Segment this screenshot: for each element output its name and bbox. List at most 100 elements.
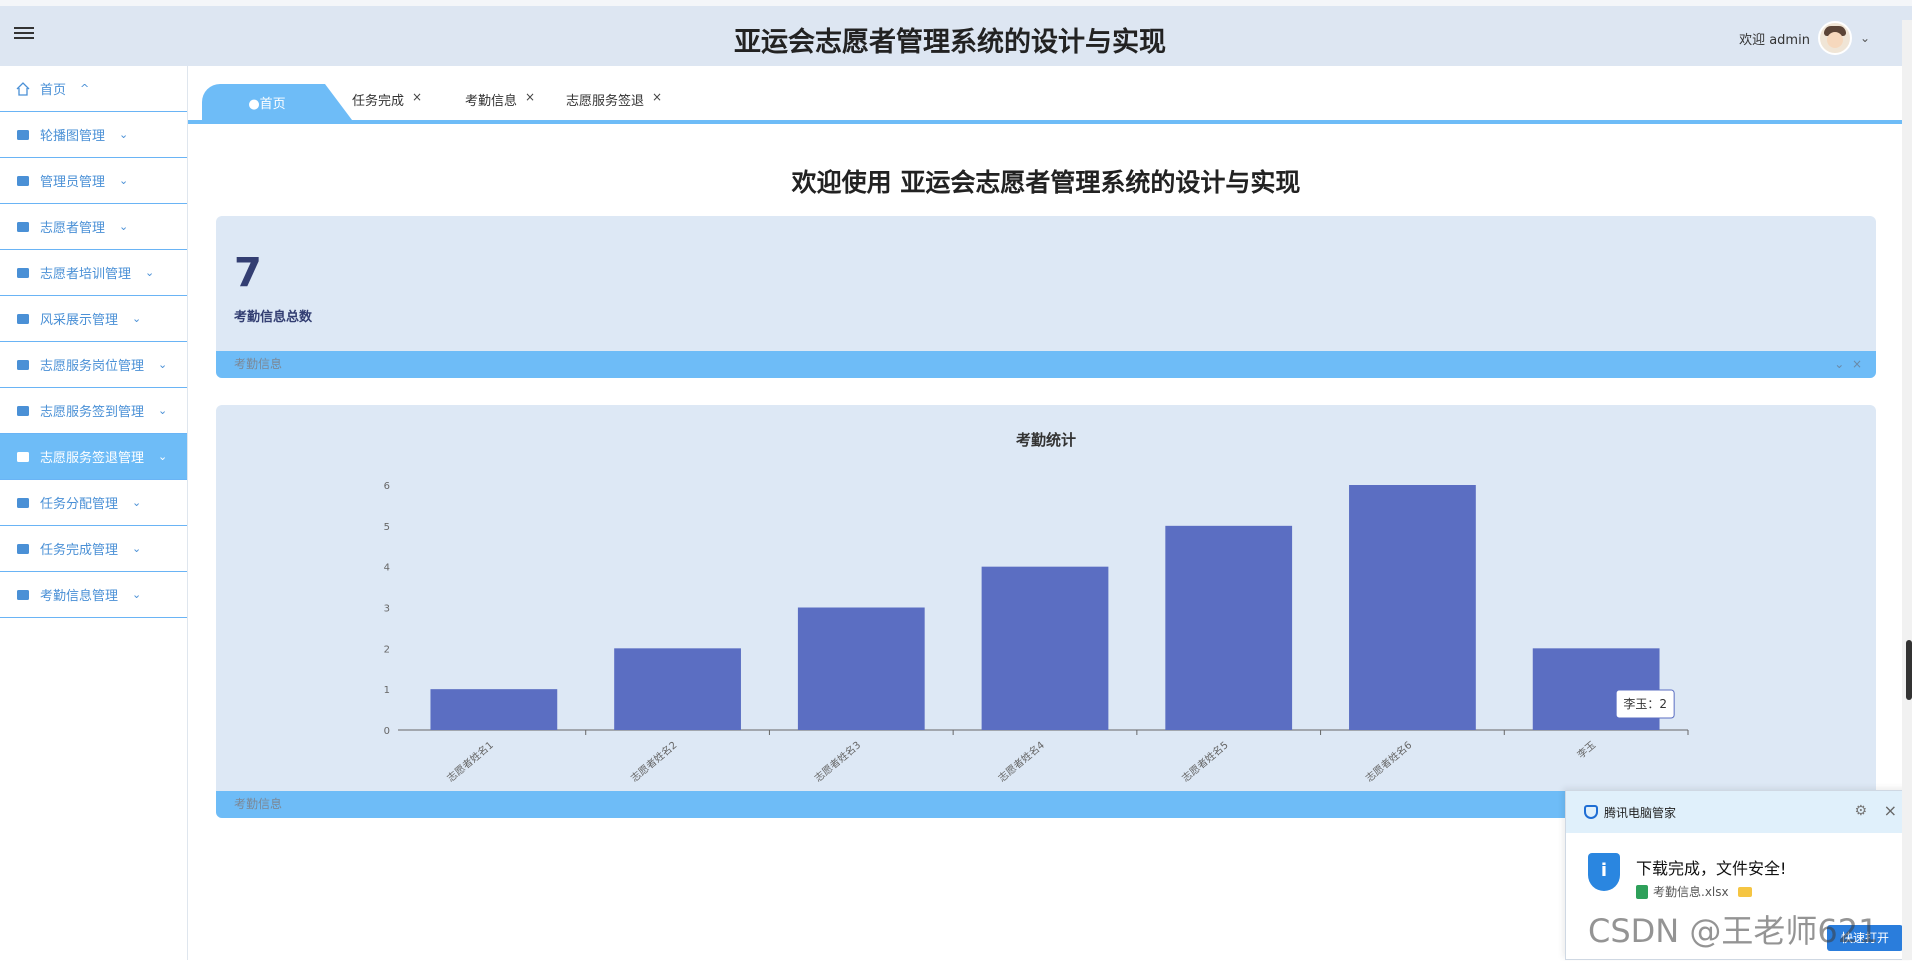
x-tick-label: 李玉 <box>1574 738 1598 761</box>
shield-icon <box>1584 805 1598 819</box>
tab-label: 志愿服务签退 <box>566 94 645 109</box>
sidebar-item-label: 志愿者培训管理 <box>40 267 132 282</box>
top-header: 亚运会志愿者管理系统的设计与实现 欢迎 admin ⌄ <box>0 6 1912 66</box>
toast-header: 腾讯电脑管家 ⚙ × <box>1566 791 1911 833</box>
sidebar-item-label: 考勤信息管理 <box>40 589 119 604</box>
welcome-text: 欢迎 admin <box>1739 32 1810 48</box>
app-title: 亚运会志愿者管理系统的设计与实现 <box>734 27 1166 58</box>
stat-value: 7 <box>234 250 262 296</box>
gear-icon[interactable]: ⚙ <box>1854 803 1867 819</box>
training-icon <box>16 266 30 280</box>
sidebar-item-10[interactable]: 任务完成管理 ⌄ <box>0 526 187 572</box>
x-tick-label: 志愿者姓名3 <box>812 738 864 784</box>
file-name: 考勤信息.xlsx <box>1653 885 1729 899</box>
chart-bar <box>1349 485 1476 730</box>
sidebar-item-label: 志愿者管理 <box>40 221 106 236</box>
tab-underline <box>188 120 1902 124</box>
sidebar-item-11[interactable]: 考勤信息管理 ⌄ <box>0 572 187 618</box>
task-done-icon <box>16 542 30 556</box>
chart-bar <box>430 689 558 730</box>
tab-label: 任务完成 <box>352 94 405 109</box>
close-icon[interactable]: × <box>1852 357 1862 371</box>
tab-attendance[interactable]: 考勤信息 × <box>465 90 535 109</box>
post-icon <box>16 358 30 372</box>
watermark: CSDN @王老师621 <box>1588 912 1879 950</box>
x-tick-label: 志愿者姓名6 <box>1363 738 1415 784</box>
chevron-icon: ⌄ <box>119 174 129 187</box>
chevron-icon: ⌄ <box>158 404 168 417</box>
sidebar-item-label: 轮播图管理 <box>40 129 106 144</box>
x-tick-label: 志愿者姓名4 <box>995 738 1047 784</box>
folder-icon[interactable] <box>1737 886 1752 897</box>
sidebar-item-label: 任务完成管理 <box>40 543 119 558</box>
toast-app-name: 腾讯电脑管家 <box>1604 805 1677 820</box>
chart-bar <box>1165 525 1293 730</box>
chevron-icon: ⌄ <box>119 128 129 141</box>
chart-bar <box>797 607 925 730</box>
chevron-down-icon[interactable]: ⌄ <box>1834 357 1844 371</box>
sidebar-item-5[interactable]: 风采展示管理 ⌄ <box>0 296 187 342</box>
chevron-icon: ^ <box>80 82 90 95</box>
x-tick-label: 志愿者姓名5 <box>1179 738 1231 784</box>
chart-title: 考勤统计 <box>1016 431 1076 449</box>
user-menu[interactable]: 欢迎 admin ⌄ <box>1739 20 1870 56</box>
tab-task-complete[interactable]: 任务完成 × <box>352 90 422 109</box>
x-tick-label: 志愿者姓名2 <box>628 738 680 784</box>
x-tick-label: 志愿者姓名1 <box>444 738 496 784</box>
chevron-icon: ⌄ <box>145 266 155 279</box>
sidebar: 首页 ^ 轮播图管理 ⌄ 管理员管理 ⌄ 志愿者管理 ⌄ 志愿者培训管理 ⌄ 风采展示管理 ⌄ 志愿服务… <box>0 66 188 960</box>
sidebar-item-7[interactable]: 志愿服务签到管理 ⌄ <box>0 388 187 434</box>
sidebar-item-8[interactable]: 志愿服务签退管理 ⌄ <box>0 434 187 480</box>
sidebar-item-0[interactable]: 首页 ^ <box>0 66 187 112</box>
checkout-icon <box>16 450 30 464</box>
chart-bar <box>614 648 741 730</box>
sidebar-item-label: 任务分配管理 <box>40 497 119 512</box>
toast-title: 下载完成，文件安全! <box>1636 859 1787 878</box>
tab-bar: ●首页 任务完成 × 考勤信息 × 志愿服务签退 × <box>190 80 1902 122</box>
carousel-icon <box>16 128 30 142</box>
sidebar-item-9[interactable]: 任务分配管理 ⌄ <box>0 480 187 526</box>
tab-home[interactable]: ●首页 <box>202 84 352 120</box>
bar-chart: 考勤统计 0 1 2 3 4 5 6 志愿者姓名1 志愿者姓名2 志愿者姓名3 志愿者姓名4 志愿者姓名… <box>384 431 1689 785</box>
sidebar-item-6[interactable]: 志愿服务岗位管理 ⌄ <box>0 342 187 388</box>
task-assign-icon <box>16 496 30 510</box>
y-tick-label: 4 <box>384 563 390 574</box>
stat-label: 考勤信息总数 <box>234 310 313 325</box>
chart-tooltip: 李玉：2 <box>1615 689 1675 719</box>
chevron-icon: ⌄ <box>119 220 129 233</box>
close-icon[interactable]: × <box>525 90 535 104</box>
sidebar-item-label: 志愿服务岗位管理 <box>40 359 145 374</box>
sidebar-item-label: 风采展示管理 <box>40 313 119 328</box>
sidebar-item-3[interactable]: 志愿者管理 ⌄ <box>0 204 187 250</box>
excel-file-icon <box>1636 884 1648 899</box>
scrollbar-thumb[interactable] <box>1906 640 1912 700</box>
y-tick-label: 1 <box>384 685 390 696</box>
toast-file[interactable]: 考勤信息.xlsx <box>1636 883 1752 900</box>
chart-card: 考勤统计 0 1 2 3 4 5 6 志愿者姓名1 志愿者姓名2 志愿者姓名3 志愿者姓名4 志愿者姓名… <box>216 405 1876 818</box>
tab-checkout[interactable]: 志愿服务签退 × <box>566 90 662 109</box>
chevron-icon: ⌄ <box>132 542 142 555</box>
footer-label: 考勤信息 <box>234 797 283 811</box>
sidebar-item-label: 首页 <box>40 83 67 98</box>
close-icon[interactable]: × <box>412 90 422 104</box>
stat-card: 7 考勤信息总数 考勤信息 ⌄ × <box>216 216 1876 378</box>
tooltip-text: 李玉：2 <box>1623 696 1667 711</box>
tab-label: 考勤信息 <box>465 94 518 109</box>
sidebar-item-label: 志愿服务签退管理 <box>40 451 145 466</box>
avatar[interactable] <box>1817 21 1852 55</box>
chevron-down-icon[interactable]: ⌄ <box>1860 31 1870 45</box>
sidebar-item-2[interactable]: 管理员管理 ⌄ <box>0 158 187 204</box>
stat-card-footer: 考勤信息 ⌄ × <box>216 351 1876 378</box>
y-tick-label: 2 <box>384 644 390 655</box>
chevron-icon: ⌄ <box>132 312 142 325</box>
scrollbar[interactable] <box>1902 20 1912 960</box>
chevron-icon: ⌄ <box>132 496 142 509</box>
sidebar-item-4[interactable]: 志愿者培训管理 ⌄ <box>0 250 187 296</box>
card-controls: ⌄ × <box>1834 351 1862 378</box>
footer-label: 考勤信息 <box>234 357 283 371</box>
close-icon[interactable]: × <box>652 90 662 104</box>
close-icon[interactable]: × <box>1884 801 1897 820</box>
welcome-heading: 欢迎使用 亚运会志愿者管理系统的设计与实现 <box>791 168 1301 197</box>
home-icon <box>16 81 30 96</box>
sidebar-item-1[interactable]: 轮播图管理 ⌄ <box>0 112 187 158</box>
